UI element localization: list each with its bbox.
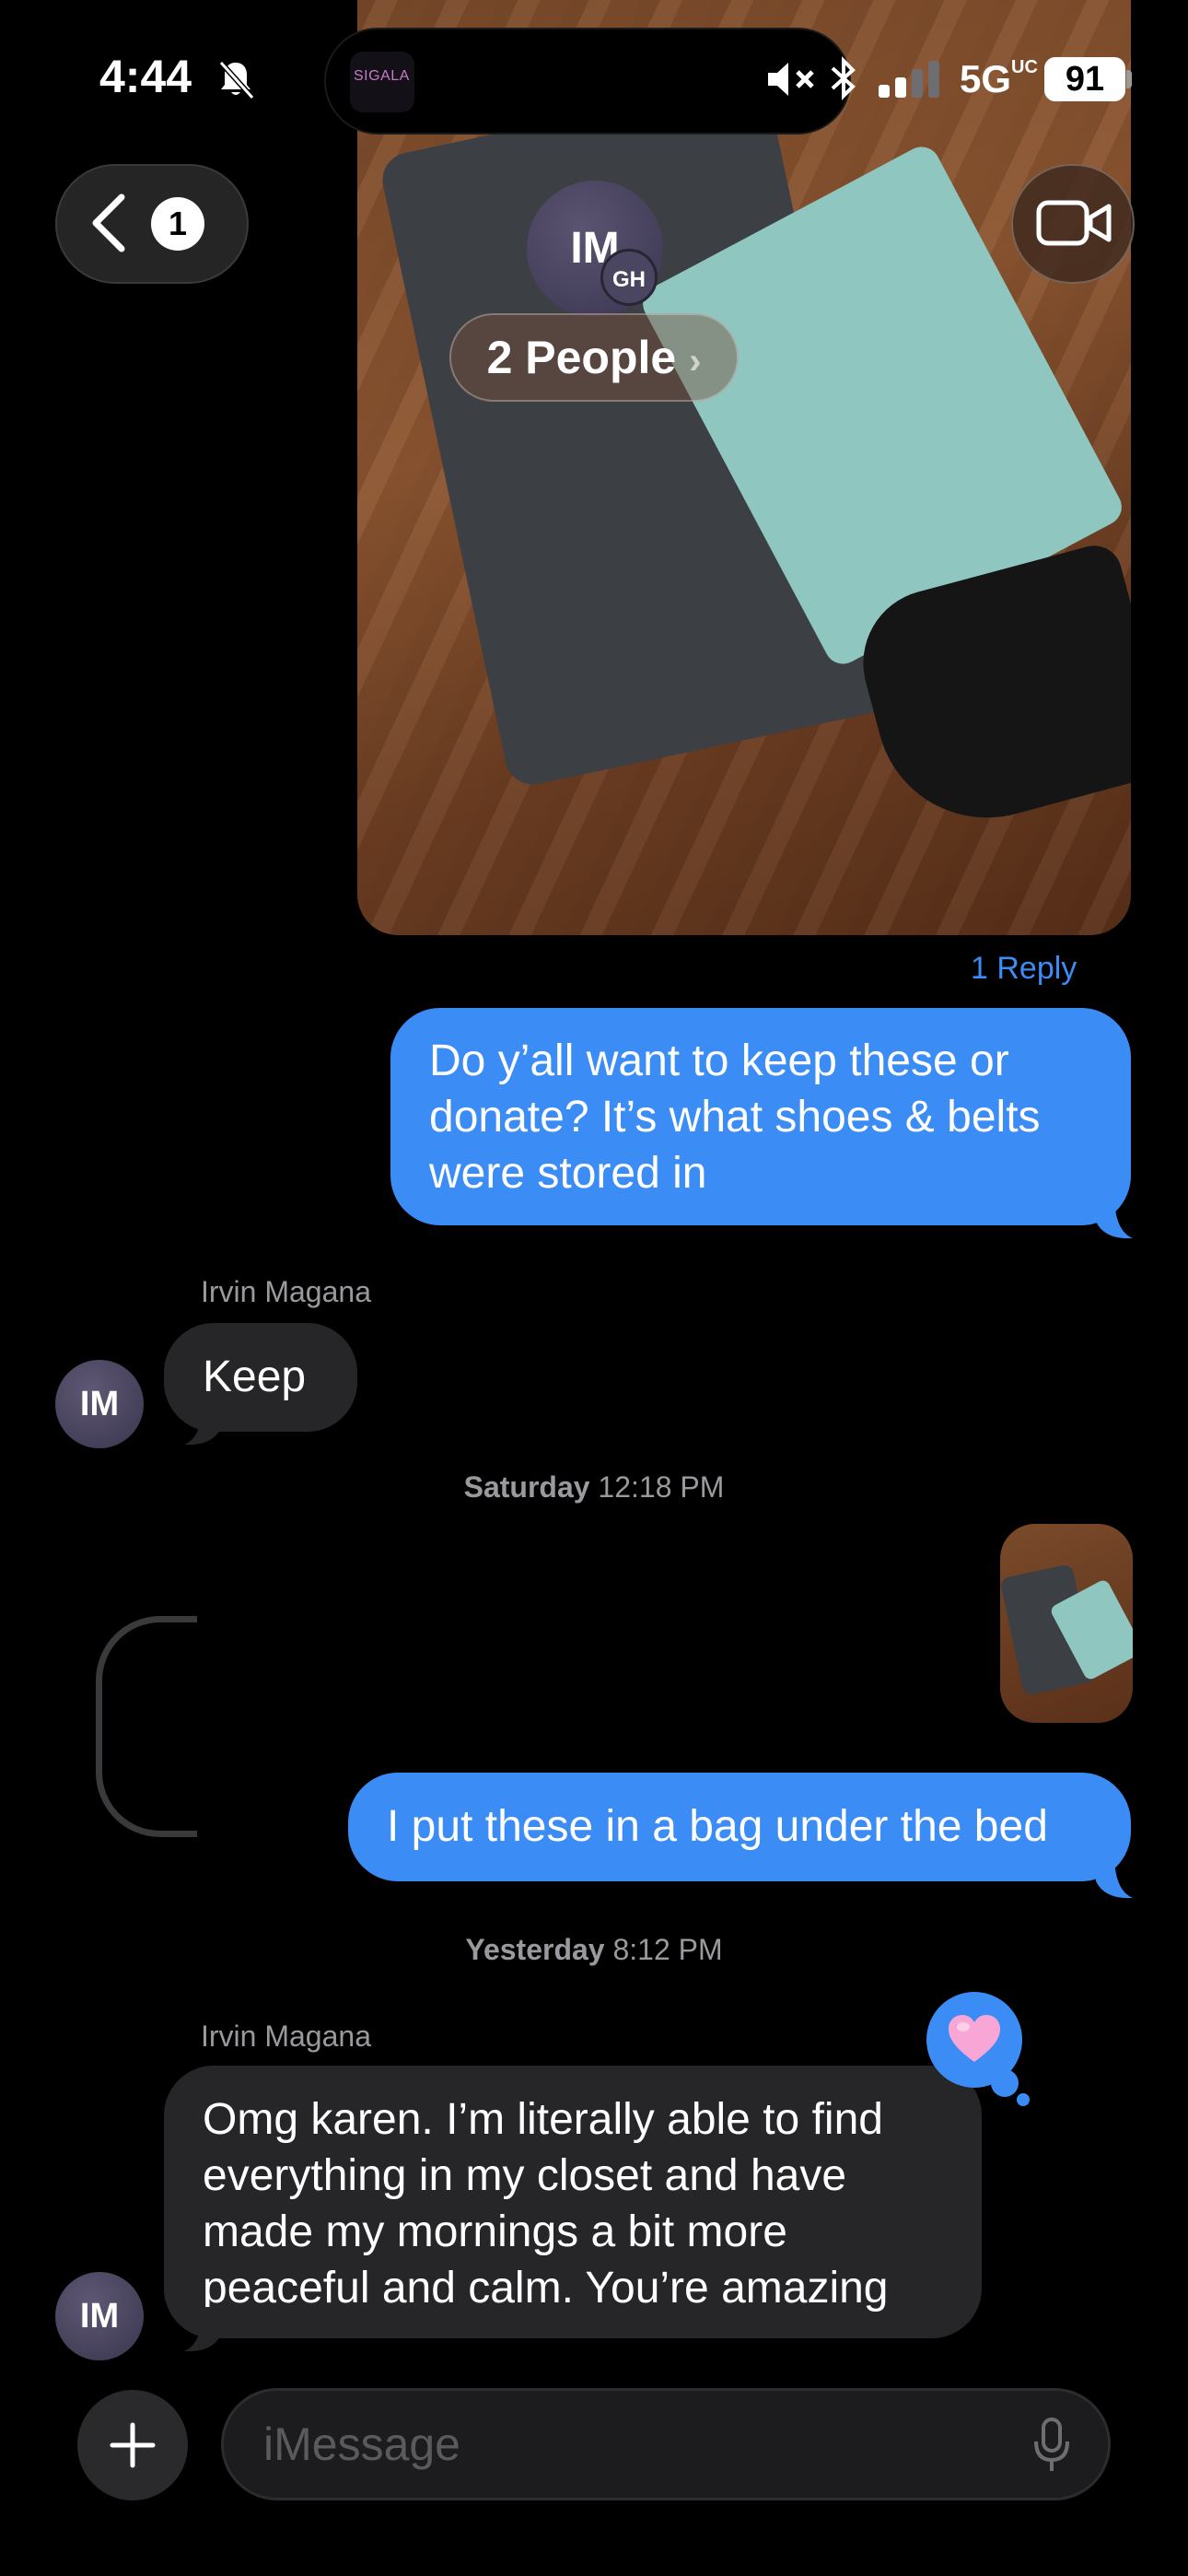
- network-label: 5GUC: [960, 57, 1038, 100]
- video-camera-icon[interactable]: [1035, 195, 1112, 251]
- thread-reply-link[interactable]: 1 Reply: [971, 951, 1077, 987]
- island-app-icon: SIGALA: [350, 52, 414, 112]
- outgoing-message[interactable]: I put these in a bag under the bed: [348, 1773, 1131, 1881]
- bubble-tail: [1096, 1854, 1133, 1899]
- bell-slash-icon: [218, 60, 255, 100]
- plus-icon[interactable]: [107, 2419, 158, 2471]
- group-avatar-secondary[interactable]: GH: [600, 249, 658, 306]
- unread-count-badge[interactable]: 1: [151, 197, 204, 251]
- chevron-left-icon[interactable]: [90, 193, 127, 252]
- reply-thread-bracket: [96, 1616, 197, 1837]
- timestamp: Saturday 12:18 PM: [463, 1470, 725, 1504]
- timestamp: Yesterday 8:12 PM: [465, 1933, 723, 1966]
- bubble-tail: [1096, 1194, 1133, 1239]
- avatar[interactable]: IM: [55, 1360, 144, 1448]
- status-time: 4:44: [99, 51, 192, 102]
- shared-photo[interactable]: [357, 0, 1131, 935]
- people-label: 2 People: [486, 332, 677, 383]
- incoming-message[interactable]: Omg karen. I’m literally able to find ev…: [164, 2066, 982, 2338]
- avatar[interactable]: IM: [55, 2272, 144, 2360]
- message-input-placeholder: iMessage: [263, 2418, 460, 2470]
- tapback-tail: [991, 2069, 1019, 2097]
- heart-icon: [949, 2015, 1000, 2062]
- bubble-tail: [184, 1400, 221, 1446]
- battery-indicator: 91: [1044, 57, 1125, 101]
- outgoing-message[interactable]: Do y’all want to keep these or donate? I…: [390, 1008, 1131, 1225]
- chevron-right-icon: ›: [689, 341, 702, 381]
- bubble-tail: [184, 2307, 221, 2352]
- sender-name: Irvin Magana: [201, 2020, 371, 2053]
- battery-tip: [1126, 70, 1132, 88]
- people-button[interactable]: 2 People ›: [449, 313, 739, 402]
- photo-thumbnail[interactable]: [1000, 1524, 1133, 1723]
- sender-name: Irvin Magana: [201, 1275, 371, 1308]
- mute-icon: [768, 63, 814, 96]
- signal-icon: [879, 61, 939, 98]
- tapback-tail: [1017, 2093, 1030, 2106]
- microphone-icon[interactable]: [1031, 2416, 1072, 2475]
- bluetooth-icon: [831, 56, 856, 100]
